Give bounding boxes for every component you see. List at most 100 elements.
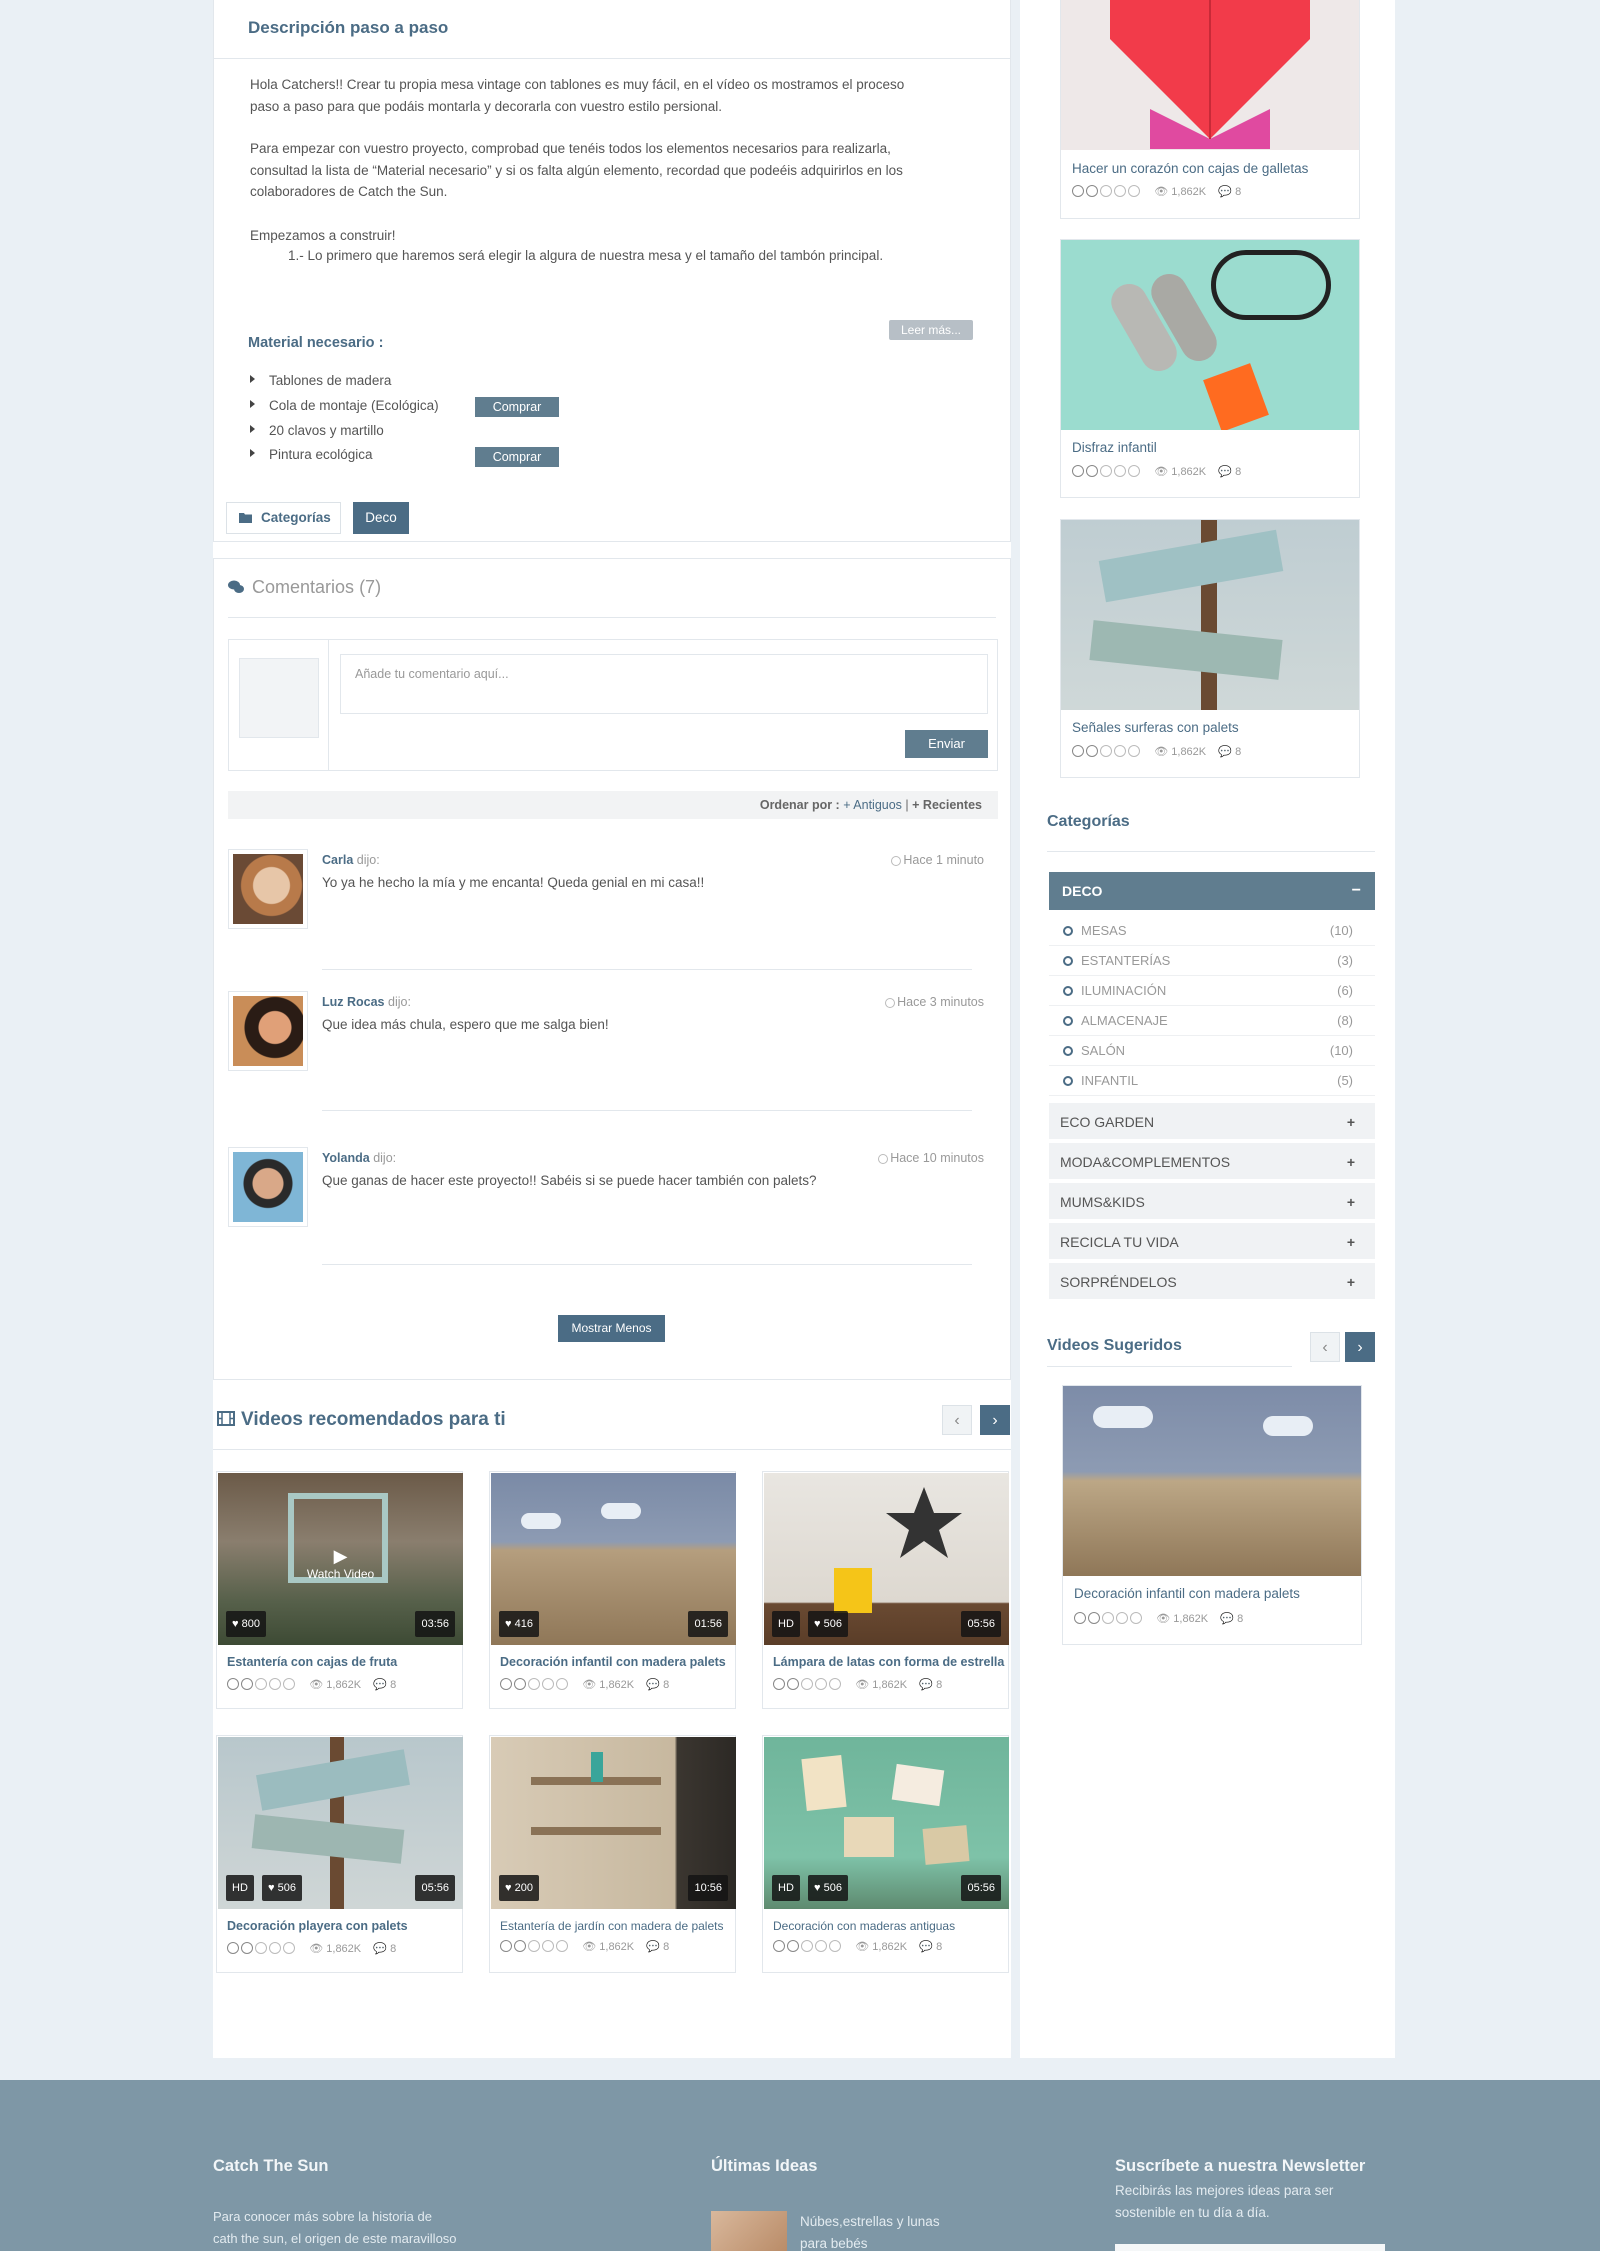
prev-arrow-button[interactable]: ‹ — [1310, 1332, 1340, 1362]
material-item: Tablones de madera — [250, 373, 391, 388]
video-title[interactable]: Señales surferas con palets — [1072, 720, 1239, 735]
rating-icon — [1100, 745, 1112, 757]
video-thumbnail[interactable] — [1061, 0, 1359, 150]
expand-icon[interactable]: + — [1347, 1103, 1355, 1141]
comment-time-text: Hace 1 minuto — [903, 853, 984, 867]
subcategory-item[interactable]: SALÓN (10) — [1049, 1036, 1375, 1066]
expand-icon[interactable]: + — [1347, 1183, 1355, 1221]
rating-icon — [255, 1942, 267, 1954]
category-deco-header[interactable]: − DECO — [1049, 872, 1375, 910]
author-name[interactable]: Carla — [322, 853, 353, 867]
footer-idea-link[interactable]: Núbes,estrellas y lunas para bebés — [800, 2211, 940, 2251]
video-thumbnail[interactable]: ♥ 416 01:56 — [491, 1473, 736, 1645]
video-title[interactable]: Estantería de jardín con madera de palet… — [500, 1919, 723, 1933]
sidebar-video-card[interactable]: Hacer un corazón con cajas de galletas 👁… — [1060, 0, 1360, 219]
divider — [322, 969, 972, 970]
recommended-title: Videos recomendados para ti — [217, 1409, 506, 1431]
video-title[interactable]: Decoración infantil con madera palets — [500, 1655, 726, 1669]
video-meta: 👁 1,862K 💬 8 — [773, 1940, 942, 1953]
sidebar-video-card[interactable]: Disfraz infantil 👁 1,862K 💬 8 — [1060, 239, 1360, 498]
likes-badge: ♥ 800 — [226, 1611, 266, 1637]
expand-icon[interactable]: + — [1347, 1143, 1355, 1181]
video-thumbnail[interactable]: HD ♥ 506 05:56 — [764, 1473, 1009, 1645]
author-name[interactable]: Luz Rocas — [322, 995, 385, 1009]
hd-badge: HD — [226, 1875, 254, 1901]
subcategory-count: (5) — [1337, 1073, 1353, 1088]
prev-arrow-button[interactable]: ‹ — [942, 1405, 972, 1435]
watch-video-text: Watch Video — [306, 1567, 375, 1581]
expand-icon[interactable]: + — [1347, 1263, 1355, 1301]
video-card[interactable]: ♥ 200 10:56 Estantería de jardín con mad… — [489, 1735, 736, 1973]
video-title[interactable]: Decoración infantil con madera palets — [1074, 1586, 1300, 1601]
next-arrow-button[interactable]: › — [980, 1405, 1010, 1435]
video-thumbnail[interactable] — [1063, 1386, 1361, 1576]
comments-count: 8 — [1235, 186, 1242, 198]
category-item[interactable]: + SORPRÉNDELOS — [1049, 1263, 1375, 1301]
folder-icon — [239, 513, 252, 523]
category-item[interactable]: + MODA&COMPLEMENTOS — [1049, 1143, 1375, 1181]
rating-icon — [1072, 465, 1084, 477]
subcategory-item[interactable]: ALMACENAJE (8) — [1049, 1006, 1375, 1036]
sidebar-video-card[interactable]: Decoración infantil con madera palets 👁 … — [1062, 1385, 1362, 1645]
rating-icon — [1128, 745, 1140, 757]
video-title[interactable]: Estantería con cajas de fruta — [227, 1655, 397, 1669]
category-tag-deco[interactable]: Deco — [353, 502, 409, 534]
video-thumbnail[interactable] — [1061, 520, 1359, 710]
idea-thumbnail[interactable] — [711, 2211, 787, 2251]
newsletter-email-input[interactable] — [1115, 2244, 1385, 2251]
order-label: Ordenar por : — [759, 798, 840, 812]
category-item[interactable]: + RECICLA TU VIDA — [1049, 1223, 1375, 1261]
buy-button[interactable]: Comprar — [475, 397, 559, 417]
footer-ideas-title: Últimas Ideas — [711, 2157, 818, 2175]
video-card[interactable]: ▶ Watch Video ♥ 800 03:56 Estantería con … — [216, 1471, 463, 1709]
category-item[interactable]: + MUMS&KIDS — [1049, 1183, 1375, 1221]
video-meta: 👁 1,862K 💬 8 — [773, 1678, 942, 1691]
order-newest-link[interactable]: + Recientes — [912, 798, 982, 812]
comment-form: Añade tu comentario aquí... Enviar — [228, 639, 998, 771]
video-card[interactable]: HD ♥ 506 05:56 Decoración playera con pa… — [216, 1735, 463, 1973]
video-card[interactable]: ♥ 416 01:56 Decoración infantil con made… — [489, 1471, 736, 1709]
buy-button[interactable]: Comprar — [475, 447, 559, 467]
send-button[interactable]: Enviar — [905, 730, 988, 758]
video-title[interactable]: Decoración playera con palets — [227, 1919, 408, 1933]
next-arrow-button[interactable]: › — [1345, 1332, 1375, 1362]
heart-icon: ♥ — [505, 1882, 512, 1894]
video-title[interactable]: Decoración con maderas antiguas — [773, 1919, 955, 1933]
likes-count: 800 — [241, 1618, 260, 1630]
heart-icon: ♥ — [814, 1882, 821, 1894]
rating-icon — [787, 1678, 799, 1690]
video-thumbnail[interactable]: HD ♥ 506 05:56 — [764, 1737, 1009, 1909]
expand-icon[interactable]: + — [1347, 1223, 1355, 1261]
video-title[interactable]: Lámpara de latas con forma de estrella — [773, 1655, 1004, 1669]
show-less-button[interactable]: Mostrar Menos — [558, 1315, 665, 1342]
read-more-button[interactable]: Leer más... — [889, 320, 973, 340]
comment-input[interactable]: Añade tu comentario aquí... — [340, 654, 988, 714]
categories-label: Categorías — [226, 502, 341, 534]
video-thumbnail[interactable]: ▶ Watch Video ♥ 800 03:56 — [218, 1473, 463, 1645]
video-thumbnail[interactable]: HD ♥ 506 05:56 — [218, 1737, 463, 1909]
sidebar-video-card[interactable]: Señales surferas con palets 👁 1,862K 💬 8 — [1060, 519, 1360, 778]
subcategory-item[interactable]: ESTANTERÍAS (3) — [1049, 946, 1375, 976]
rating-icon — [269, 1678, 281, 1690]
rating-icon — [514, 1678, 526, 1690]
subcategory-item[interactable]: ILUMINACIÓN (6) — [1049, 976, 1375, 1006]
collapse-icon[interactable]: − — [1352, 872, 1361, 910]
subcategory-item[interactable]: INFANTIL (5) — [1049, 1066, 1375, 1096]
order-oldest-link[interactable]: + Antiguos — [843, 798, 902, 812]
video-title[interactable]: Hacer un corazón con cajas de galletas — [1072, 161, 1308, 176]
comment-icon: 💬 — [1218, 746, 1233, 758]
video-thumbnail[interactable] — [1061, 240, 1359, 430]
author-name[interactable]: Yolanda — [322, 1151, 370, 1165]
video-card[interactable]: HD ♥ 506 05:56 Decoración con maderas an… — [762, 1735, 1009, 1973]
views-count: 1,862K — [872, 1941, 908, 1953]
text-line: Hola Catchers!! Crear tu propia mesa vin… — [250, 77, 905, 92]
video-card[interactable]: HD ♥ 506 05:56 Lámpara de latas con form… — [762, 1471, 1009, 1709]
duration-badge: 01:56 — [688, 1611, 728, 1637]
video-thumbnail[interactable]: ♥ 200 10:56 — [491, 1737, 736, 1909]
video-title[interactable]: Disfraz infantil — [1072, 440, 1157, 455]
video-meta: 👁 1,862K 💬 8 — [500, 1678, 669, 1691]
category-item[interactable]: + ECO GARDEN — [1049, 1103, 1375, 1141]
play-icon[interactable]: ▶ — [218, 1546, 463, 1567]
subcategory-item[interactable]: MESAS (10) — [1049, 916, 1375, 946]
watch-video-label[interactable]: ▶ Watch Video — [218, 1546, 463, 1581]
